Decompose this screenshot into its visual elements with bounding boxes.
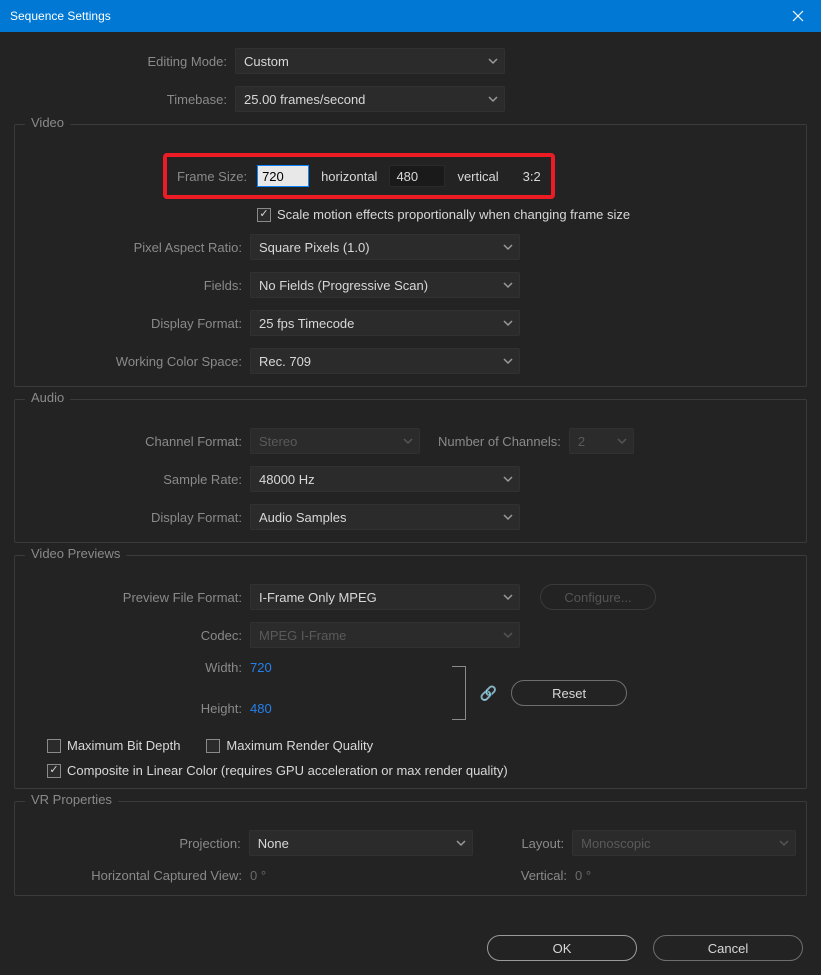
chevron-down-icon: [617, 436, 627, 446]
channel-format-label: Channel Format:: [25, 434, 250, 449]
vr-vertical-value: 0 °: [575, 868, 591, 883]
horizontal-label: horizontal: [321, 169, 377, 184]
max-bit-depth-checkbox[interactable]: [47, 739, 61, 753]
frame-size-label: Frame Size:: [177, 169, 247, 184]
audio-display-format-select[interactable]: Audio Samples: [250, 504, 520, 530]
reset-button[interactable]: Reset: [511, 680, 627, 706]
max-render-quality-label: Maximum Render Quality: [226, 738, 373, 753]
video-previews-group: Video Previews Preview File Format: I-Fr…: [14, 555, 807, 789]
max-bit-depth-label: Maximum Bit Depth: [67, 738, 180, 753]
preview-height-label: Height:: [25, 701, 250, 716]
ok-button[interactable]: OK: [487, 935, 637, 961]
composite-linear-checkbox[interactable]: [47, 764, 61, 778]
chevron-down-icon: [503, 318, 513, 328]
pixel-aspect-select[interactable]: Square Pixels (1.0): [250, 234, 520, 260]
codec-label: Codec:: [25, 628, 250, 643]
chevron-down-icon: [503, 512, 513, 522]
editing-mode-label: Editing Mode:: [10, 54, 235, 69]
preview-file-format-label: Preview File Format:: [25, 590, 250, 605]
chevron-down-icon: [488, 56, 498, 66]
sample-rate-select[interactable]: 48000 Hz: [250, 466, 520, 492]
num-channels-label: Number of Channels:: [438, 434, 561, 449]
chevron-down-icon: [503, 630, 513, 640]
layout-label: Layout:: [473, 836, 572, 851]
audio-display-format-label: Display Format:: [25, 510, 250, 525]
preview-height-value[interactable]: 480: [250, 701, 272, 716]
scale-motion-checkbox[interactable]: [257, 208, 271, 222]
audio-section-title: Audio: [25, 390, 70, 405]
projection-label: Projection:: [25, 836, 249, 851]
frame-width-input[interactable]: [257, 165, 309, 187]
chevron-down-icon: [503, 356, 513, 366]
vr-properties-title: VR Properties: [25, 792, 118, 807]
fields-select[interactable]: No Fields (Progressive Scan): [250, 272, 520, 298]
dialog-footer: OK Cancel: [487, 935, 803, 961]
video-group: Video Frame Size: horizontal vertical 3:…: [14, 124, 807, 387]
chevron-down-icon: [779, 838, 789, 848]
chevron-down-icon: [503, 592, 513, 602]
horiz-captured-view-value: 0 °: [250, 868, 475, 883]
chevron-down-icon: [503, 242, 513, 252]
video-display-format-select[interactable]: 25 fps Timecode: [250, 310, 520, 336]
timebase-select[interactable]: 25.00 frames/second: [235, 86, 505, 112]
preview-width-value[interactable]: 720: [250, 660, 272, 675]
layout-select: Monoscopic: [572, 830, 796, 856]
video-previews-title: Video Previews: [25, 546, 126, 561]
chevron-down-icon: [403, 436, 413, 446]
color-space-label: Working Color Space:: [25, 354, 250, 369]
channel-format-select: Stereo: [250, 428, 420, 454]
vr-vertical-label: Vertical:: [475, 868, 575, 883]
preview-width-label: Width:: [25, 660, 250, 675]
close-icon: [792, 10, 804, 22]
color-space-select[interactable]: Rec. 709: [250, 348, 520, 374]
window-title: Sequence Settings: [10, 9, 111, 23]
audio-group: Audio Channel Format: Stereo Number of C…: [14, 399, 807, 543]
close-button[interactable]: [775, 0, 821, 32]
chevron-down-icon: [503, 474, 513, 484]
max-render-quality-checkbox[interactable]: [206, 739, 220, 753]
vertical-label: vertical: [457, 169, 498, 184]
chevron-down-icon: [488, 94, 498, 104]
link-icon[interactable]: 🔗: [480, 685, 497, 702]
cancel-button[interactable]: Cancel: [653, 935, 803, 961]
aspect-ratio-value: 3:2: [523, 169, 541, 184]
timebase-label: Timebase:: [10, 92, 235, 107]
fields-label: Fields:: [25, 278, 250, 293]
chevron-down-icon: [456, 838, 466, 848]
video-display-format-label: Display Format:: [25, 316, 250, 331]
sample-rate-label: Sample Rate:: [25, 472, 250, 487]
scale-motion-label: Scale motion effects proportionally when…: [277, 207, 630, 222]
num-channels-select: 2: [569, 428, 634, 454]
codec-select: MPEG I-Frame: [250, 622, 520, 648]
titlebar: Sequence Settings: [0, 0, 821, 32]
configure-button: Configure...: [540, 584, 656, 610]
preview-file-format-select[interactable]: I-Frame Only MPEG: [250, 584, 520, 610]
chevron-down-icon: [503, 280, 513, 290]
horiz-captured-view-label: Horizontal Captured View:: [25, 868, 250, 883]
editing-mode-select[interactable]: Custom: [235, 48, 505, 74]
frame-size-highlight: Frame Size: horizontal vertical 3:2: [163, 153, 555, 199]
frame-height-input[interactable]: [389, 165, 445, 187]
composite-linear-label: Composite in Linear Color (requires GPU …: [67, 763, 508, 778]
pixel-aspect-label: Pixel Aspect Ratio:: [25, 240, 250, 255]
video-section-title: Video: [25, 115, 70, 130]
link-bracket: [452, 666, 466, 720]
vr-properties-group: VR Properties Projection: None Layout: M…: [14, 801, 807, 896]
projection-select[interactable]: None: [249, 830, 473, 856]
